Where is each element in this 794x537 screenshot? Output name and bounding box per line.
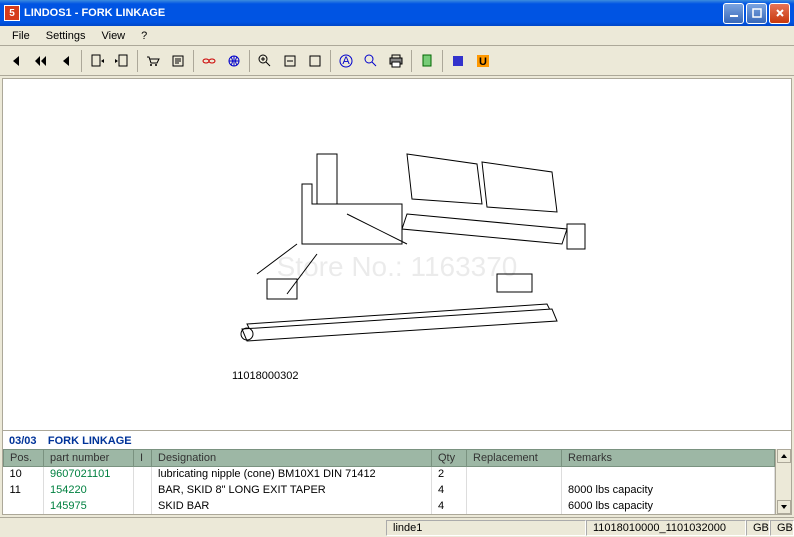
status-code: 11018010000_1101032000	[586, 520, 746, 536]
menu-view[interactable]: View	[93, 28, 133, 44]
menu-file[interactable]: File	[4, 28, 38, 44]
status-lang2: GB	[770, 520, 794, 536]
section-header: 03/03 FORK LINKAGE	[3, 430, 791, 449]
cell-qty: 4	[432, 498, 467, 514]
minimize-button[interactable]	[723, 3, 744, 24]
link-button[interactable]	[197, 49, 221, 73]
cell-i	[134, 482, 152, 498]
table-row[interactable]: 11154220 BAR, SKID 8" LONG EXIT TAPER4 800…	[4, 482, 775, 498]
page-prev-button[interactable]	[110, 49, 134, 73]
cell-i	[134, 498, 152, 514]
page-next-button[interactable]	[85, 49, 109, 73]
close-button[interactable]	[769, 3, 790, 24]
cell-pos: 10	[4, 466, 44, 482]
table-header-row: Pos. part number I Designation Qty Repla…	[4, 449, 775, 466]
table-row[interactable]: 145975 SKID BAR4 6000 lbs capacity	[4, 498, 775, 514]
col-replacement[interactable]: Replacement	[467, 449, 562, 466]
cell-remarks: 8000 lbs capacity	[562, 482, 775, 498]
col-partnum[interactable]: part number	[44, 449, 134, 466]
cell-partnum: 9607021101	[44, 466, 134, 482]
cell-replacement	[467, 498, 562, 514]
svg-text:A: A	[342, 55, 350, 67]
menu-bar: File Settings View ?	[0, 26, 794, 46]
status-bar: linde1 11018010000_1101032000 GB GB	[0, 517, 794, 537]
maximize-button[interactable]	[746, 3, 767, 24]
parts-table: Pos. part number I Designation Qty Repla…	[3, 449, 775, 515]
search-button[interactable]	[359, 49, 383, 73]
cell-partnum: 145975	[44, 498, 134, 514]
scroll-down-button[interactable]	[777, 500, 791, 514]
separator	[411, 50, 412, 72]
col-qty[interactable]: Qty	[432, 449, 467, 466]
col-i[interactable]: I	[134, 449, 152, 466]
col-pos[interactable]: Pos.	[4, 449, 44, 466]
new-doc-button[interactable]	[415, 49, 439, 73]
cell-qty: 4	[432, 482, 467, 498]
app-icon: 5	[4, 5, 20, 21]
zoom-in-button[interactable]	[253, 49, 277, 73]
separator	[137, 50, 138, 72]
diagram-viewer[interactable]: 11018000302	[3, 79, 791, 430]
section-title: FORK LINKAGE	[48, 435, 132, 447]
col-remarks[interactable]: Remarks	[562, 449, 775, 466]
parts-table-wrap: Pos. part number I Designation Qty Repla…	[3, 449, 791, 515]
status-left: linde1	[386, 520, 586, 536]
separator	[442, 50, 443, 72]
section-number: 03/03	[9, 435, 37, 447]
cell-remarks	[562, 466, 775, 482]
prev-button[interactable]	[54, 49, 78, 73]
separator	[249, 50, 250, 72]
window-controls	[723, 3, 790, 24]
grid-button[interactable]	[446, 49, 470, 73]
separator	[81, 50, 82, 72]
table-scrollbar[interactable]	[775, 449, 791, 515]
fit-width-button[interactable]	[278, 49, 302, 73]
edit-button[interactable]	[166, 49, 190, 73]
menu-settings[interactable]: Settings	[38, 28, 94, 44]
separator	[330, 50, 331, 72]
globe-button[interactable]	[222, 49, 246, 73]
info-a-button[interactable]: A	[334, 49, 358, 73]
u-button[interactable]: U	[471, 49, 495, 73]
fit-page-button[interactable]	[303, 49, 327, 73]
svg-text:U: U	[479, 56, 487, 68]
content-area: 11018000302 03/03 FORK LINKAGE Pos. part…	[2, 78, 792, 515]
fork-linkage-diagram: 11018000302	[147, 124, 647, 384]
cell-replacement	[467, 466, 562, 482]
col-designation[interactable]: Designation	[152, 449, 432, 466]
cell-qty: 2	[432, 466, 467, 482]
cell-designation: lubricating nipple (cone) BM10X1 DIN 714…	[152, 466, 432, 482]
print-button[interactable]	[384, 49, 408, 73]
toolbar: A U	[0, 46, 794, 76]
cart-button[interactable]	[141, 49, 165, 73]
cell-pos	[4, 498, 44, 514]
cell-designation: BAR, SKID 8" LONG EXIT TAPER	[152, 482, 432, 498]
cell-pos: 11	[4, 482, 44, 498]
cell-replacement	[467, 482, 562, 498]
scroll-up-button[interactable]	[777, 449, 791, 463]
window-title: LINDOS1 - FORK LINKAGE	[24, 7, 723, 19]
cell-designation: SKID BAR	[152, 498, 432, 514]
cell-i	[134, 466, 152, 482]
title-bar: 5 LINDOS1 - FORK LINKAGE	[0, 0, 794, 26]
menu-help[interactable]: ?	[133, 28, 155, 44]
rewind-button[interactable]	[29, 49, 53, 73]
separator	[193, 50, 194, 72]
table-row[interactable]: 109607021101 lubricating nipple (cone) BM…	[4, 466, 775, 482]
diagram-ref: 11018000302	[232, 370, 298, 382]
cell-partnum: 154220	[44, 482, 134, 498]
first-button[interactable]	[4, 49, 28, 73]
cell-remarks: 6000 lbs capacity	[562, 498, 775, 514]
status-lang1: GB	[746, 520, 770, 536]
